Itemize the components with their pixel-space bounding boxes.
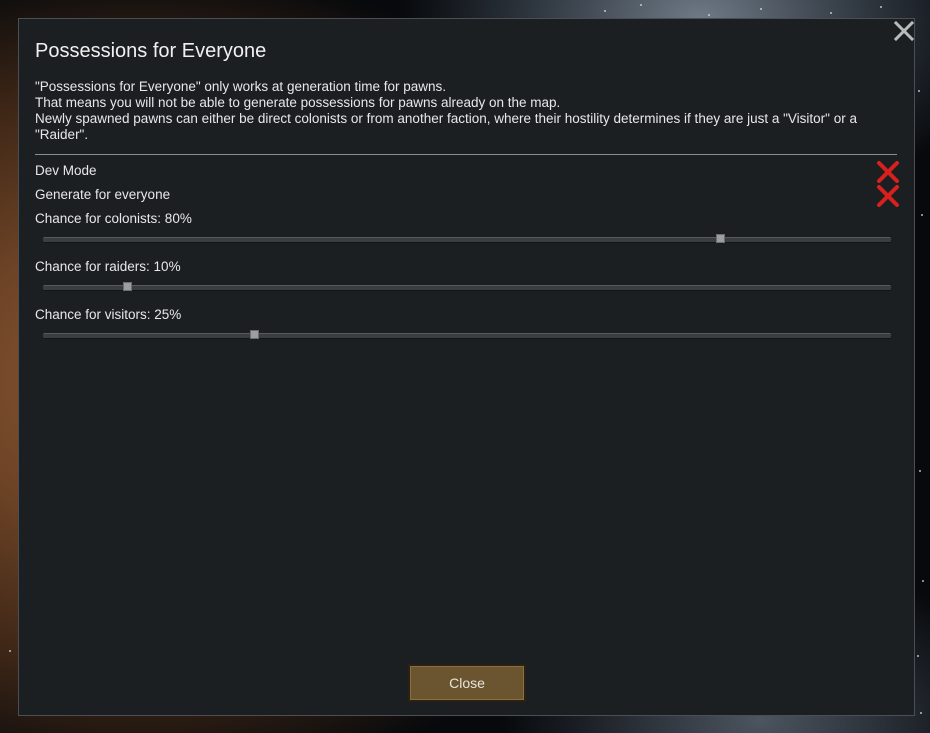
red-x-icon [877,161,899,183]
generate-everyone-checkbox[interactable] [876,184,900,208]
visitors-chance-slider[interactable] [43,329,891,341]
colonists-chance-slider[interactable] [43,233,891,245]
close-button[interactable]: Close [408,664,526,702]
slider-handle[interactable] [250,330,259,339]
slider-handle[interactable] [716,234,726,243]
visitors-chance-label: Chance for visitors: 25% [35,307,182,322]
slider-track [43,285,891,291]
description-line-3: Newly spawned pawns can either be direct… [35,111,857,142]
slider-track [43,237,891,243]
slider-handle[interactable] [122,282,132,291]
close-icon [893,20,915,42]
description-text: "Possessions for Everyone" only works at… [35,79,897,143]
dialog-title: Possessions for Everyone [35,40,267,62]
description-line-2: That means you will not be able to gener… [35,95,561,110]
generate-everyone-label: Generate for everyone [35,187,171,202]
dev-mode-checkbox[interactable] [876,160,900,184]
red-x-icon [877,185,899,207]
mod-settings-dialog: Possessions for Everyone "Possessions fo… [18,18,915,716]
dev-mode-label: Dev Mode [35,163,97,178]
description-line-1: "Possessions for Everyone" only works at… [35,79,447,94]
raiders-chance-label: Chance for raiders: 10% [35,259,181,274]
slider-track [43,333,891,339]
window-close-button[interactable] [893,20,915,42]
colonists-chance-label: Chance for colonists: 80% [35,211,192,226]
raiders-chance-slider[interactable] [43,281,891,293]
section-divider [35,154,897,155]
